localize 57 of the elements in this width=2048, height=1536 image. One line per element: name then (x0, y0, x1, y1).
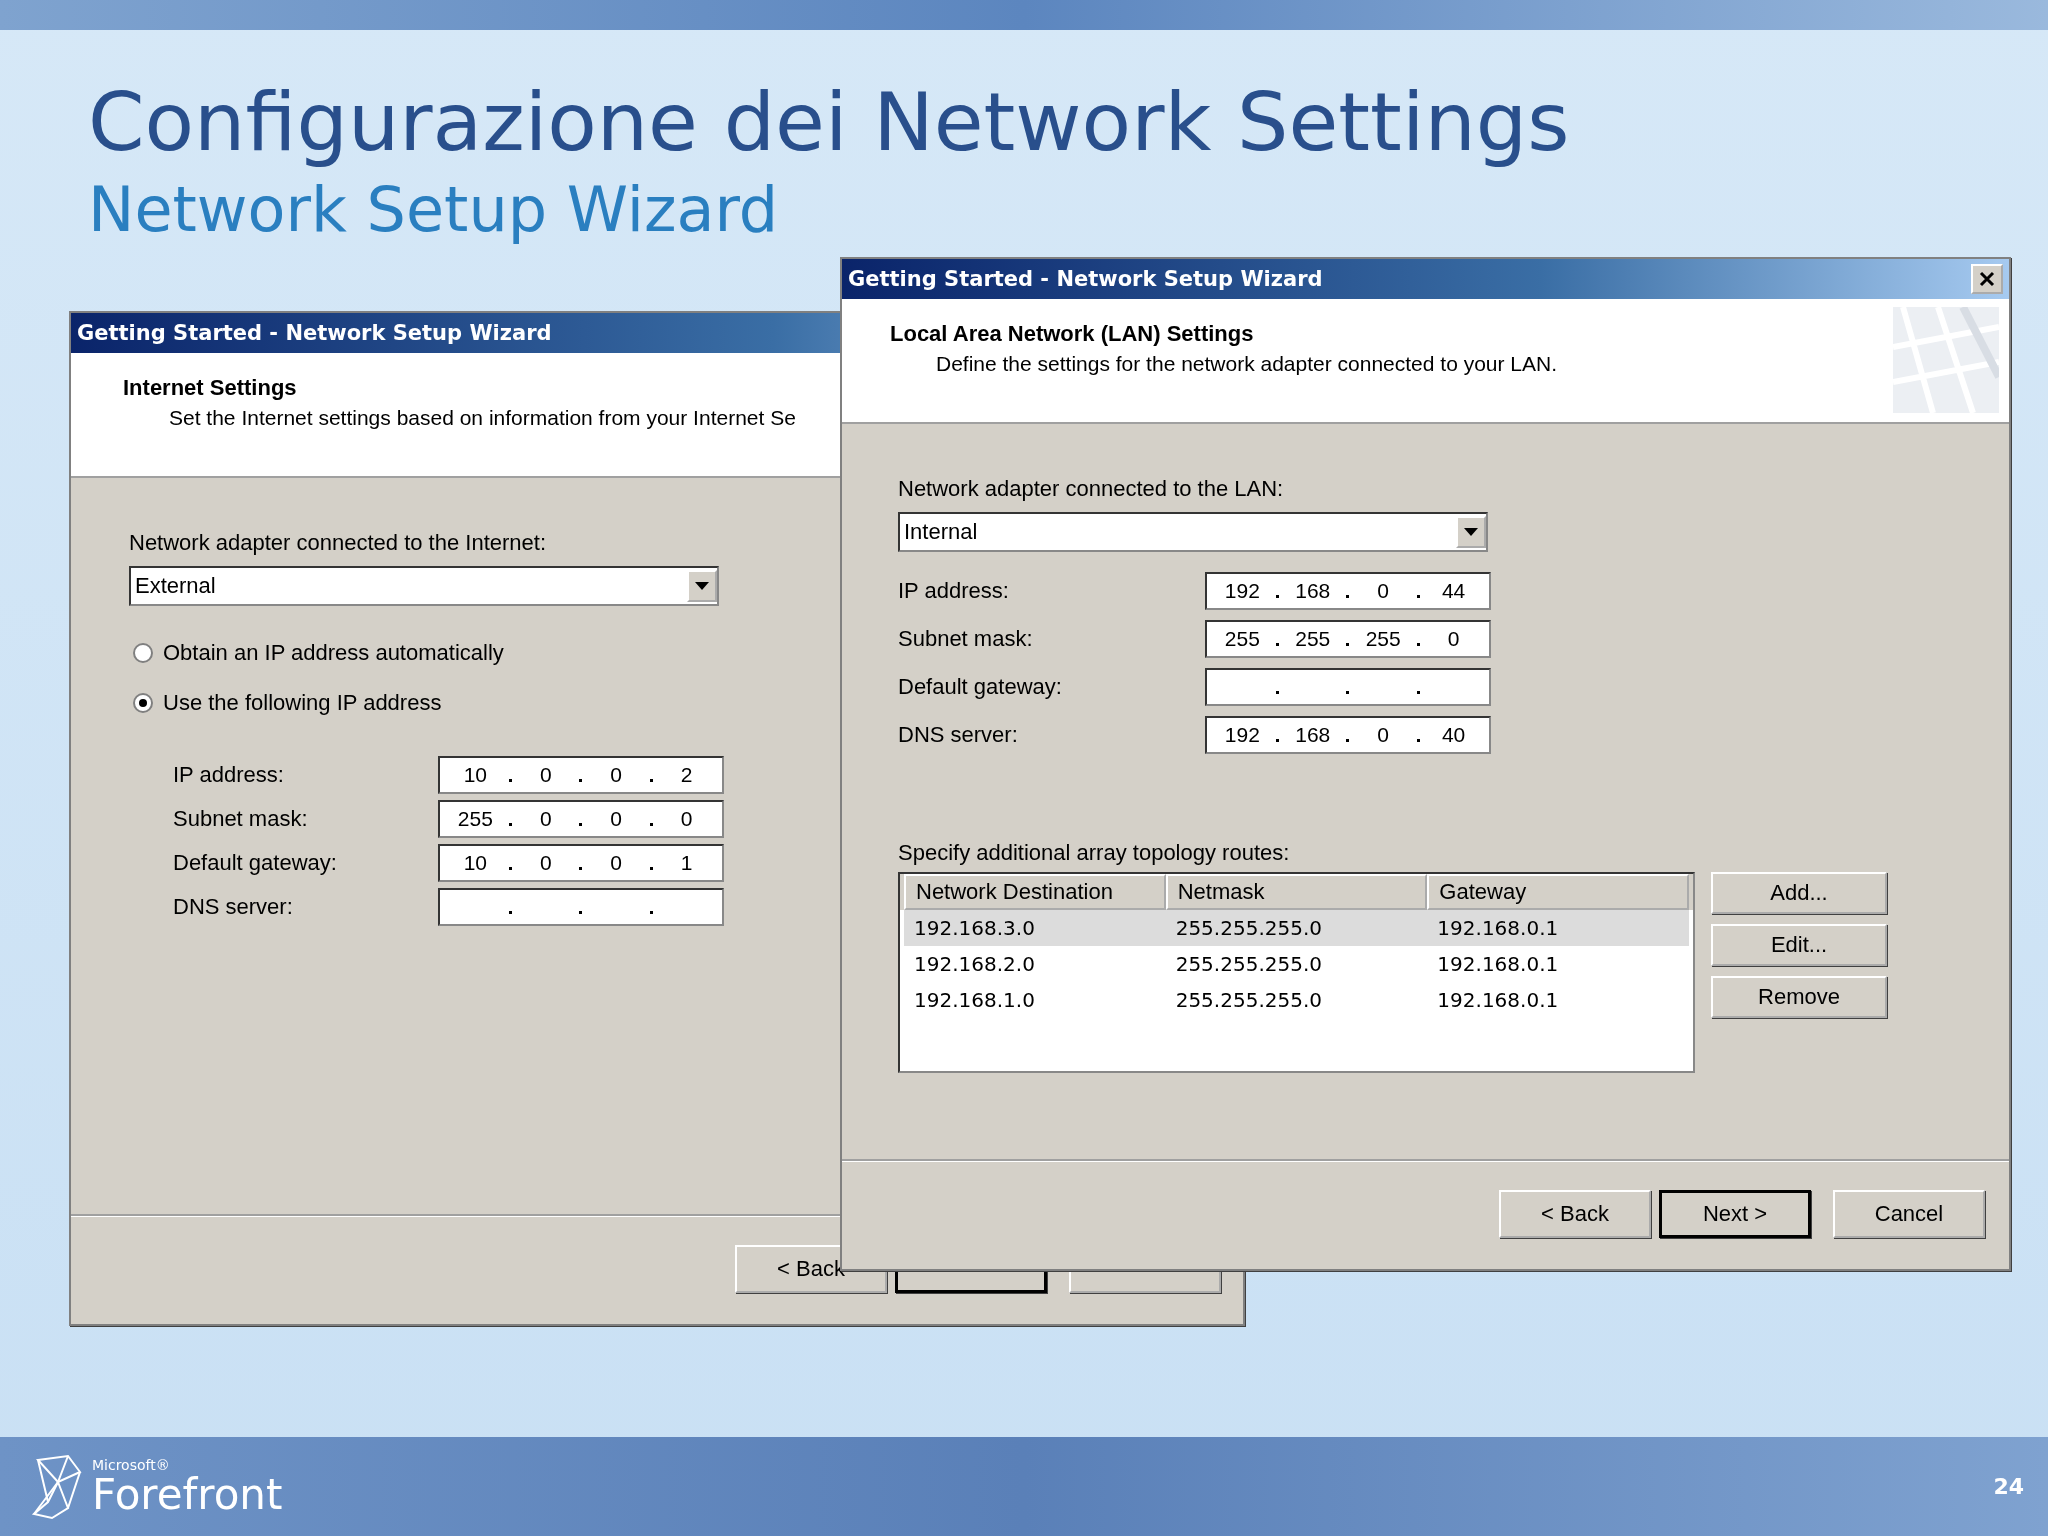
field-label: Default gateway: (898, 673, 1063, 701)
radio-button[interactable] (133, 643, 153, 663)
table-row[interactable]: 192.168.2.0 255.255.255.0 192.168.0.1 (904, 946, 1689, 982)
field-label: IP address: (898, 577, 1010, 605)
table-cell-text: 192.168.0.1 (1436, 916, 1560, 940)
table-row[interactable]: 192.168.3.0 255.255.255.0 192.168.0.1 (904, 910, 1689, 946)
field-label: DNS server: (898, 721, 1019, 749)
ip-address-field[interactable]: 255 255 255 0 (1205, 620, 1491, 658)
section-description: Set the Internet settings based on information from your Internet Se (169, 405, 796, 431)
slide-title: Configurazione dei Network Settings (88, 74, 1570, 171)
ip-address-field[interactable]: 10 0 0 2 (438, 756, 724, 794)
ip-address-field[interactable]: 192 168 0 40 (1205, 716, 1491, 754)
field-label: IP address: (173, 761, 285, 789)
section-heading: Internet Settings (123, 374, 297, 402)
radio-label[interactable]: Obtain an IP address automatically (163, 638, 504, 668)
wizard-button[interactable]: Next > (1659, 1190, 1811, 1238)
table-row[interactable]: 192.168.1.0 255.255.255.0 192.168.0.1 (904, 982, 1689, 1018)
table-cell-text: 192.168.0.1 (1436, 952, 1560, 976)
section-description: Define the settings for the network adapter connected to your LAN. (936, 351, 1558, 377)
field-label: Default gateway: (173, 849, 338, 877)
table-cell-text: 192.168.0.1 (1436, 988, 1560, 1012)
table-cell-text: 255.255.255.0 (1174, 988, 1323, 1012)
field-label: Subnet mask: (173, 805, 309, 833)
wizard-button[interactable]: Cancel (1833, 1190, 1985, 1238)
ip-address-field[interactable] (438, 888, 724, 926)
ip-address-field[interactable]: 10 0 0 1 (438, 844, 724, 882)
page-number: 24 (1993, 1474, 2024, 1499)
column-header[interactable]: Netmask (1165, 874, 1428, 910)
radio-label[interactable]: Use the following IP address (163, 688, 442, 718)
title-bar: Getting Started - Network Setup Wizard (842, 259, 2009, 299)
slide-subtitle: Network Setup Wizard (88, 174, 779, 246)
ip-address-field[interactable]: 255 0 0 0 (438, 800, 724, 838)
dropdown-field[interactable]: Internal (898, 512, 1488, 552)
ip-address-field[interactable]: 192 168 0 44 (1205, 572, 1491, 610)
close-button[interactable] (1971, 264, 2003, 294)
brand-caption: Microsoft® (92, 1456, 170, 1473)
route-button[interactable]: Add... (1711, 872, 1887, 914)
wizard-button[interactable]: < Back (1499, 1190, 1651, 1238)
brand-name: Forefront (92, 1472, 283, 1517)
field-label: DNS server: (173, 893, 294, 921)
table-cell-text: 192.168.1.0 (913, 988, 1036, 1012)
field-label: Network adapter connected to the Internet: (129, 529, 547, 557)
field-label: Subnet mask: (898, 625, 1034, 653)
table-cell-text: 192.168.2.0 (913, 952, 1036, 976)
dropdown-field[interactable]: External (129, 566, 719, 606)
table-cell-text: 255.255.255.0 (1174, 952, 1323, 976)
radio-button[interactable] (133, 693, 153, 713)
route-button[interactable]: Remove (1711, 976, 1887, 1018)
ip-address-field[interactable] (1205, 668, 1491, 706)
table-cell-text: 255.255.255.0 (1174, 916, 1323, 940)
close-icon (1979, 271, 1995, 287)
field-label: Network adapter connected to the LAN: (898, 475, 1284, 503)
column-header[interactable]: Gateway (1427, 874, 1689, 910)
field-label: Specify additional array topology routes: (898, 839, 1290, 867)
column-header[interactable]: Network Destination (904, 874, 1166, 910)
route-button[interactable]: Edit... (1711, 924, 1887, 966)
table-cell-text: 192.168.3.0 (913, 916, 1036, 940)
